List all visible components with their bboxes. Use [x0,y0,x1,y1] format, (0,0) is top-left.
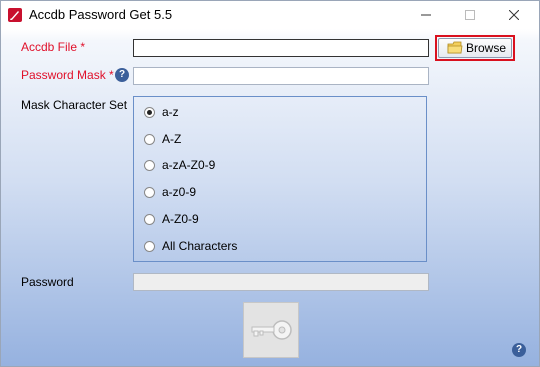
password-label: Password [21,275,74,289]
minimize-icon [421,14,431,16]
close-button[interactable] [491,1,537,29]
minimize-button[interactable] [403,1,449,29]
radio-alnum-mixed[interactable]: a-zA-Z0-9 [144,158,215,172]
radio-empty-icon [144,159,155,171]
app-window: Accdb Password Get 5.5 Accdb File * Brow… [0,0,540,367]
password-mask-label-text: Password Mask [21,68,106,82]
password-mask-input[interactable] [133,67,429,85]
radio-empty-icon [144,240,155,252]
help-icon[interactable]: ? [512,343,526,357]
get-password-button[interactable] [243,302,299,358]
password-mask-label: Password Mask * [21,68,114,82]
app-icon [8,8,22,22]
folder-icon [447,41,463,54]
radio-label: A-Z [162,132,182,146]
required-mark: * [109,68,114,82]
key-icon [251,320,292,340]
password-output-field [133,273,429,291]
radio-lower-alnum[interactable]: a-z0-9 [144,185,196,199]
maximize-icon [465,10,475,20]
radio-all-characters[interactable]: All Characters [144,239,237,253]
accdb-file-label-text: Accdb File [21,40,78,54]
maximize-button[interactable] [447,1,493,29]
browse-label: Browse [466,41,507,55]
radio-label: a-zA-Z0-9 [162,158,216,172]
title-bar[interactable]: Accdb Password Get 5.5 [1,1,539,29]
mask-charset-label: Mask Character Set [21,98,128,112]
close-icon [509,10,519,20]
radio-upper-a-z[interactable]: A-Z [144,132,181,146]
radio-label: A-Z0-9 [162,212,199,226]
radio-label: a-z [162,105,179,119]
radio-empty-icon [144,213,155,225]
accdb-file-input[interactable] [133,39,429,57]
radio-empty-icon [144,133,155,145]
browse-button[interactable]: Browse [438,38,512,58]
help-icon[interactable]: ? [115,68,129,82]
radio-a-z[interactable]: a-z [144,105,179,119]
radio-selected-icon [144,106,155,118]
radio-empty-icon [144,186,155,198]
mask-charset-group: a-z A-Z a-zA-Z0-9 a-z0-9 A-Z0-9 All Char… [133,96,427,262]
radio-label: a-z0-9 [162,185,197,199]
accdb-file-label: Accdb File * [21,40,85,54]
required-mark: * [80,40,86,54]
radio-upper-alnum[interactable]: A-Z0-9 [144,212,199,226]
window-title: Accdb Password Get 5.5 [29,7,173,22]
radio-label: All Characters [162,239,238,253]
